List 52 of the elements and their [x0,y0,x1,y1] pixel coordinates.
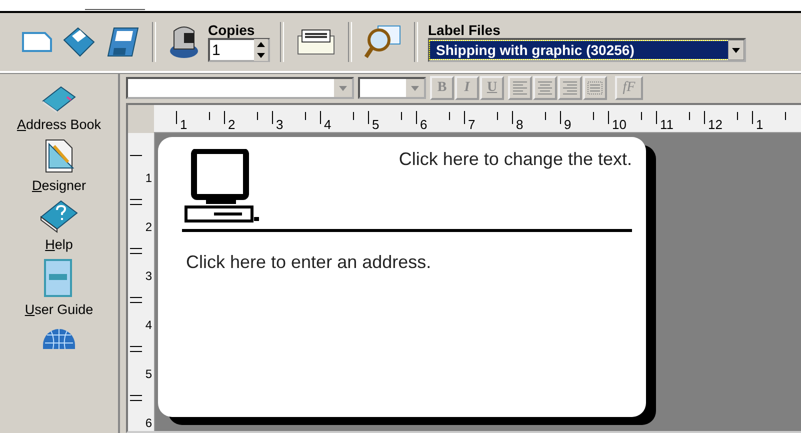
sidebar-item[interactable]: Help [37,197,81,254]
ruler-number: 9 [564,117,572,132]
ruler-number: 1 [180,117,188,132]
guide-book-icon [43,258,75,298]
blank-page-icon [22,32,52,52]
sidebar-item[interactable]: User Guide [22,256,96,319]
ruler-number: 2 [228,117,236,132]
dropdown-arrow-icon [728,40,744,60]
new-label-button[interactable] [20,30,54,54]
dotted-frame-icon [587,81,603,95]
envelope-icon [296,28,336,56]
ruler-number: 7 [468,117,476,132]
up-arrow-icon [254,39,268,50]
help-book-icon [39,199,79,233]
sidebar-item[interactable]: Address Book [14,81,104,134]
sidebar-item[interactable]: Designer [30,136,88,195]
address-text[interactable]: Click here to enter an address. [186,252,632,273]
ruler-number: 5 [372,117,380,132]
ruler-number: 3 [276,117,284,132]
align-button[interactable] [558,76,582,100]
ruler-number: 4 [145,318,152,332]
printer-icon [168,25,200,59]
ruler-number: 1 [145,170,152,184]
frame-button[interactable] [583,76,607,100]
down-arrow-icon [254,50,268,61]
align-lines-icon [512,81,528,95]
copies-label: Copies [208,22,256,38]
label-text[interactable]: Click here to change the text. [398,149,632,170]
ruler-number: 12 [708,117,722,132]
size-dropdown[interactable] [358,77,426,99]
ruler-number: 3 [145,268,152,282]
copies-spinner[interactable]: 1 [208,38,270,62]
label-card[interactable]: Click here to change the text. Click here to enter an address. [158,137,646,417]
ruler-number: 10 [612,117,626,132]
align-lines-icon [537,81,553,95]
label-files-dropdown[interactable]: Shipping with graphic (30256) [428,38,746,62]
computer-icon [184,149,260,223]
align-button[interactable] [508,76,532,100]
ruler-number: 8 [516,117,524,132]
ruler-number: 5 [145,366,152,380]
ruler-number: 11 [660,117,674,132]
ruler-number: 1 [756,117,764,132]
label-files-label: Label Files [428,22,502,38]
ruler-number: 2 [145,220,152,234]
folder-icon [62,26,96,58]
magnifier-icon [364,24,402,60]
font-dropdown[interactable] [126,77,354,99]
align-lines-icon [562,81,578,95]
ruler-number: 6 [420,117,428,132]
ruler-number: 4 [324,117,332,132]
align-button[interactable] [533,76,557,100]
ruler-number: 6 [145,416,152,430]
